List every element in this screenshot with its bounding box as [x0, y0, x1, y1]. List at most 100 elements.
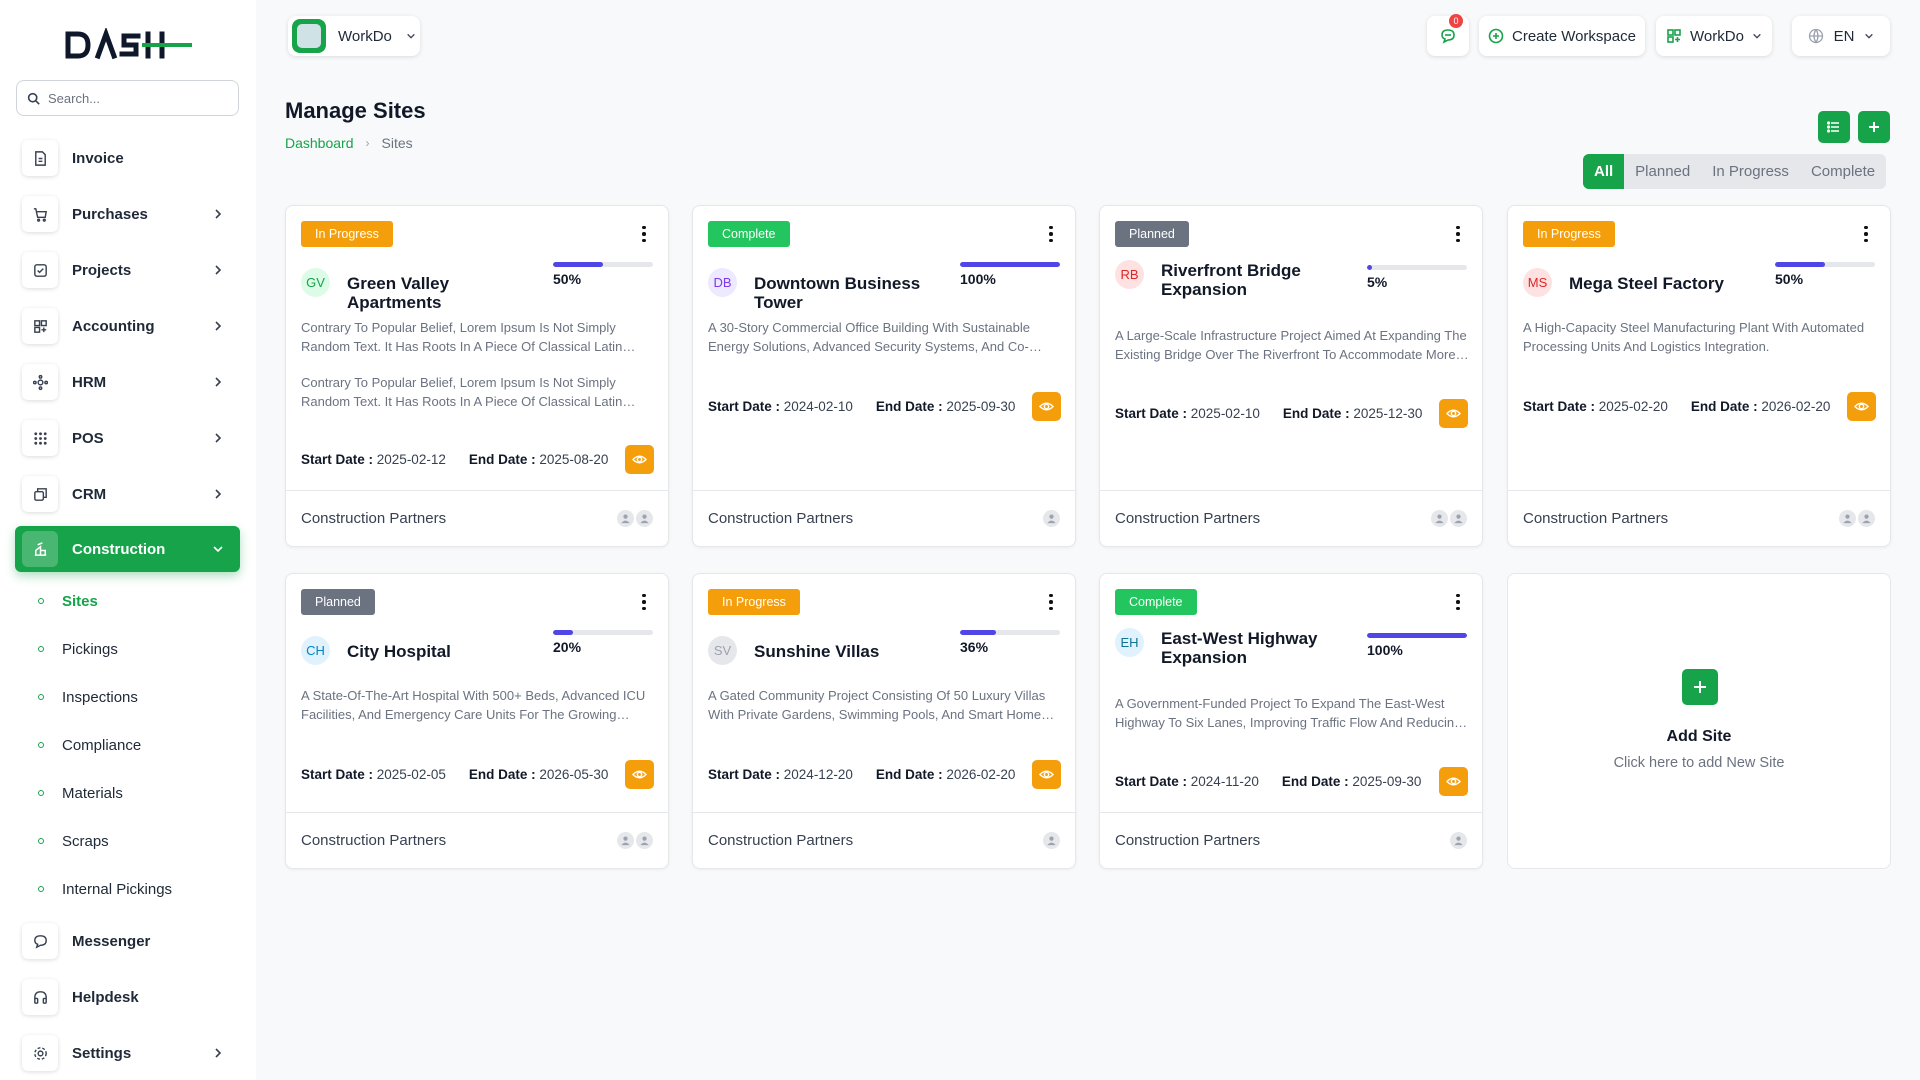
site-name[interactable]: Riverfront Bridge Expansion — [1161, 261, 1361, 299]
more-options-icon[interactable] — [1448, 591, 1468, 613]
view-button[interactable] — [1439, 399, 1468, 428]
user-avatar-icon[interactable] — [1043, 510, 1060, 527]
more-options-icon[interactable] — [1448, 223, 1468, 245]
workspace-selector[interactable]: WorkDo — [288, 16, 420, 56]
more-options-icon[interactable] — [1041, 591, 1061, 613]
filter-planned[interactable]: Planned — [1624, 154, 1701, 189]
nav-helpdesk[interactable]: Helpdesk — [15, 974, 240, 1020]
status-badge[interactable]: In Progress — [1523, 221, 1615, 247]
globe-icon — [1808, 28, 1823, 44]
status-badge[interactable]: Planned — [301, 589, 375, 615]
nav-projects[interactable]: Projects — [15, 247, 240, 293]
status-badge[interactable]: Complete — [708, 221, 790, 247]
user-avatar-icon[interactable] — [1431, 510, 1448, 527]
breadcrumb-current: Sites — [381, 135, 413, 151]
view-button[interactable] — [1032, 392, 1061, 421]
end-date-label: End Date : — [1281, 774, 1349, 789]
list-view-button[interactable] — [1818, 111, 1850, 143]
start-date: Start Date : 2024-11-20 — [1115, 774, 1259, 789]
search-box[interactable] — [16, 80, 239, 116]
user-avatar-icon[interactable] — [1450, 510, 1467, 527]
nav-messenger[interactable]: Messenger — [15, 918, 240, 964]
subnav-materials[interactable]: Materials — [38, 779, 123, 807]
breadcrumb: Dashboard › Sites — [285, 135, 413, 151]
more-options-icon[interactable] — [1856, 223, 1876, 245]
status-badge[interactable]: Complete — [1115, 589, 1197, 615]
status-badge[interactable]: In Progress — [301, 221, 393, 247]
breadcrumb-dashboard[interactable]: Dashboard — [285, 135, 354, 151]
more-options-icon[interactable] — [634, 223, 654, 245]
nav-label: HRM — [72, 373, 107, 391]
workspace-menu-button[interactable]: WorkDo — [1656, 16, 1772, 56]
view-button[interactable] — [1032, 760, 1061, 789]
user-avatar-icon[interactable] — [1839, 510, 1856, 527]
site-name[interactable]: City Hospital — [347, 642, 547, 661]
site-avatar[interactable]: SV — [708, 636, 737, 665]
end-date-value: 2026-02-20 — [946, 767, 1016, 782]
site-name[interactable]: Mega Steel Factory — [1569, 274, 1769, 293]
view-button[interactable] — [1439, 767, 1468, 796]
view-button[interactable] — [1847, 392, 1876, 421]
filter-all[interactable]: All — [1583, 154, 1625, 189]
site-avatar[interactable]: CH — [301, 636, 330, 665]
status-badge[interactable]: In Progress — [708, 589, 800, 615]
status-badge[interactable]: Planned — [1115, 221, 1189, 247]
nav-label: Helpdesk — [72, 988, 139, 1006]
subnav-sites[interactable]: Sites — [38, 587, 98, 615]
nav-accounting[interactable]: Accounting — [15, 303, 240, 349]
site-name[interactable]: Downtown Business Tower — [754, 274, 954, 312]
more-options-icon[interactable] — [634, 591, 654, 613]
nav-hrm[interactable]: HRM — [15, 359, 240, 405]
nav-invoice[interactable]: Invoice — [15, 135, 240, 181]
site-card: Planned RB Riverfront Bridge Expansion 5% A … — [1099, 205, 1483, 547]
nav-label: Settings — [72, 1044, 132, 1062]
user-avatar-icon[interactable] — [636, 832, 653, 849]
nav-settings[interactable]: Settings — [15, 1030, 240, 1076]
nav-purchases[interactable]: Purchases — [15, 191, 240, 237]
create-workspace-button[interactable]: Create Workspace — [1479, 16, 1645, 56]
site-avatar[interactable]: MS — [1523, 268, 1552, 297]
view-button[interactable] — [625, 445, 654, 474]
start-date-value: 2025-02-05 — [376, 767, 446, 782]
chevron-right-icon — [215, 489, 222, 499]
nav-construction[interactable]: Construction — [15, 526, 240, 572]
filter-complete[interactable]: Complete — [1800, 154, 1886, 189]
dash-logo[interactable] — [64, 28, 196, 62]
subnav-inspections[interactable]: Inspections — [38, 683, 138, 711]
filter-in-progress[interactable]: In Progress — [1701, 154, 1800, 189]
nav-pos[interactable]: POS — [15, 415, 240, 461]
search-input[interactable] — [48, 90, 228, 106]
card-footer: Construction Partners — [286, 490, 668, 546]
site-description: Contrary To Popular Belief, Lorem Ipsum … — [301, 320, 623, 354]
site-name[interactable]: Green Valley Apartments — [347, 274, 547, 312]
site-avatar[interactable]: GV — [301, 268, 330, 297]
workspace-menu-label: WorkDo — [1690, 27, 1744, 45]
add-site-card[interactable]: Add Site Click here to add New Site — [1507, 573, 1891, 869]
user-avatar-icon[interactable] — [617, 510, 634, 527]
subnav-compliance[interactable]: Compliance — [38, 731, 141, 759]
apps-icon — [1667, 29, 1681, 43]
site-name[interactable]: East-West Highway Expansion — [1161, 629, 1361, 667]
add-button[interactable] — [1858, 111, 1890, 143]
messages-button[interactable]: 0 — [1427, 14, 1469, 56]
progress-value: 36% — [960, 639, 989, 655]
language-selector[interactable]: EN — [1792, 16, 1890, 56]
site-dates: Start Date : 2025-02-10 End Date : 2025-1… — [1115, 406, 1422, 421]
nav-crm[interactable]: CRM — [15, 471, 240, 517]
site-avatar[interactable]: DB — [708, 268, 737, 297]
user-avatar-icon[interactable] — [636, 510, 653, 527]
site-description: A Large-Scale Infrastructure Project Aim… — [1115, 328, 1467, 362]
user-avatar-icon[interactable] — [1043, 832, 1060, 849]
site-name[interactable]: Sunshine Villas — [754, 642, 954, 661]
subnav-pickings[interactable]: Pickings — [38, 635, 118, 663]
user-avatar-icon[interactable] — [1858, 510, 1875, 527]
user-avatar-icon[interactable] — [617, 832, 634, 849]
more-options-icon[interactable] — [1041, 223, 1061, 245]
subnav-internal-pickings[interactable]: Internal Pickings — [38, 875, 172, 903]
nav-label: Invoice — [72, 149, 124, 167]
user-avatar-icon[interactable] — [1450, 832, 1467, 849]
site-avatar[interactable]: EH — [1115, 628, 1144, 657]
view-button[interactable] — [625, 760, 654, 789]
subnav-scraps[interactable]: Scraps — [38, 827, 109, 855]
site-avatar[interactable]: RB — [1115, 260, 1144, 289]
